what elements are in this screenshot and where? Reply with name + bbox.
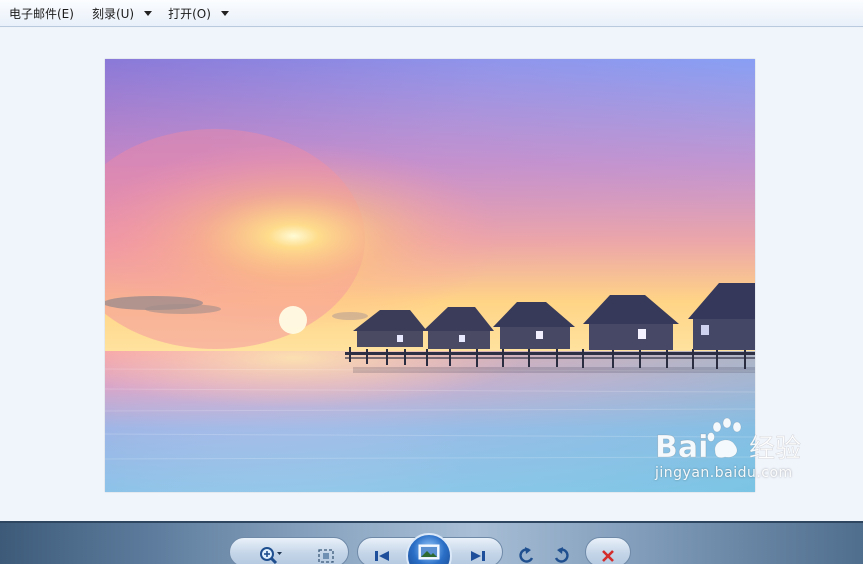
menu-open-label: 打开(O) <box>168 6 211 21</box>
chevron-down-icon <box>144 10 153 16</box>
displayed-photo <box>105 59 755 492</box>
svg-text:经验: 经验 <box>749 434 801 464</box>
bottom-toolbar <box>0 521 863 564</box>
next-button[interactable] <box>466 544 490 564</box>
actual-size-button[interactable] <box>314 544 338 564</box>
menu-email-label: 电子邮件(E) <box>9 6 74 21</box>
image-viewport: Bai 经验 jingyan.baidu.com <box>0 28 863 521</box>
zoom-button[interactable] <box>258 544 282 564</box>
chevron-down-icon <box>220 10 229 16</box>
menu-open[interactable]: 打开(O) <box>159 0 236 27</box>
rotate-ccw-icon <box>519 547 534 563</box>
rotate-left-button[interactable] <box>515 543 539 564</box>
menu-bar: 电子邮件(E) 刻录(U) 打开(O) <box>0 0 863 27</box>
previous-button[interactable] <box>370 544 394 564</box>
photo-viewer-window: 电子邮件(E) 刻录(U) 打开(O) Bai 经验 jingyan.baidu… <box>0 0 863 564</box>
delete-button[interactable] <box>596 544 620 564</box>
menu-burn[interactable]: 刻录(U) <box>83 0 159 27</box>
photo-image <box>105 59 755 492</box>
menu-burn-label: 刻录(U) <box>91 6 135 21</box>
rotate-right-button[interactable] <box>549 543 573 564</box>
next-icon <box>471 551 485 561</box>
slideshow-icon <box>418 544 440 560</box>
previous-icon <box>375 551 389 561</box>
rotate-cw-icon <box>554 547 569 563</box>
zoom-in-icon <box>260 547 282 564</box>
delete-icon <box>602 550 614 562</box>
toolbar-group-delete <box>585 537 631 564</box>
menu-email[interactable]: 电子邮件(E) <box>0 0 81 27</box>
toolbar-group-view <box>229 537 349 564</box>
actual-size-icon <box>318 549 334 563</box>
